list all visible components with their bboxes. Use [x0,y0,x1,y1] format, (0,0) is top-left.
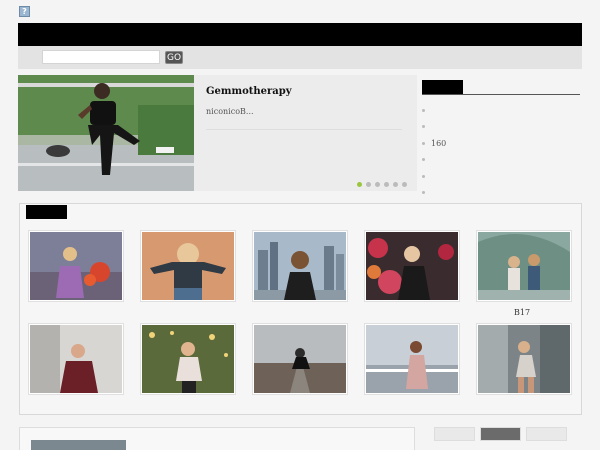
sidebar-list-item[interactable] [422,119,580,136]
gallery-thumbnail[interactable] [28,323,124,395]
gallery-thumbnail[interactable] [252,323,348,395]
gallery-thumbnail[interactable] [140,323,236,395]
gallery-thumbnail[interactable] [252,230,348,302]
gallery-thumbnail[interactable] [476,230,572,302]
bullet-icon [422,191,425,195]
bullet-icon [422,125,425,129]
search-input[interactable] [42,50,160,64]
slider-dot[interactable] [393,182,398,187]
sidebar-tabs [434,427,567,441]
sidebar-list-item[interactable]: 160 [422,135,580,152]
bullet-icon [422,174,425,178]
featured-slide-image[interactable] [18,75,194,191]
slider-dot[interactable] [402,182,407,187]
featured-slider: Gemmotherapy niconicoB... [18,75,417,191]
gallery-heading [26,205,67,219]
sidebar-list-item[interactable] [422,185,580,202]
sidebar-list: 160 [422,102,580,201]
slider-pagination [357,182,407,187]
tab[interactable] [434,427,475,441]
sidebar-list-item[interactable] [422,102,580,119]
bullet-icon [422,108,425,112]
gallery-thumbnail[interactable] [364,230,460,302]
gallery-thumbnail[interactable] [140,230,236,302]
gallery-caption: B17 [514,308,531,317]
featured-slide-title[interactable]: Gemmotherapy [206,86,292,97]
sidebar-widget: 160 [422,80,580,195]
tab[interactable] [526,427,567,441]
top-navigation-bar [18,23,582,46]
divider [206,129,402,130]
featured-slide-excerpt: niconicoB... [206,107,254,116]
slider-dot[interactable] [384,182,389,187]
search-go-button[interactable]: GO [165,51,183,64]
sidebar-list-item[interactable] [422,152,580,169]
slider-dot[interactable] [366,182,371,187]
search-bar: GO [18,46,582,69]
gallery-thumbnail[interactable] [364,323,460,395]
sidebar-widget-heading [422,80,463,94]
gallery-thumbnail[interactable] [28,230,124,302]
bottom-content-card [19,427,415,450]
divider [422,94,580,95]
bullet-icon [422,141,425,145]
site-favicon-icon: ? [19,6,30,17]
slider-dot[interactable] [375,182,380,187]
slider-dot[interactable] [357,182,362,187]
bullet-icon [422,158,425,162]
gallery-thumbnail[interactable] [476,323,572,395]
photo-gallery: B17 [19,203,582,415]
sidebar-list-item[interactable] [422,168,580,185]
tab-active[interactable] [480,427,521,441]
post-thumbnail[interactable] [31,440,126,450]
